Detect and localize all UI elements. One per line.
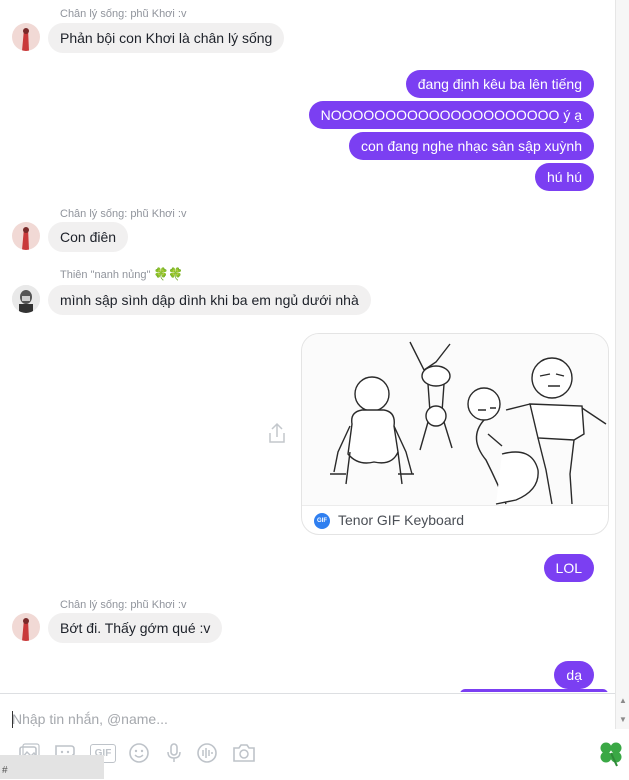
- sender-name: Chân lý sống: phũ Khơi :v: [60, 599, 187, 611]
- four-leaf-clover-icon[interactable]: [597, 739, 625, 767]
- sender-name: Chân lý sống: phũ Khơi :v: [60, 208, 187, 220]
- message-bubble-outgoing[interactable]: LOL: [543, 554, 594, 582]
- text-caret: [12, 711, 13, 728]
- message-bubble[interactable]: mình sập sình dập dình khi ba em ngủ dướ…: [48, 285, 371, 315]
- message-bubble[interactable]: Phản bội con Khơi là chân lý sống: [48, 23, 285, 53]
- emoji-icon[interactable]: [128, 742, 152, 764]
- avatar[interactable]: [12, 613, 40, 641]
- clover-emoji: 🍀🍀: [153, 267, 184, 281]
- message-bubble[interactable]: Con điên: [48, 222, 129, 252]
- conversation-area[interactable]: Chân lý sống: phũ Khơi :v Phản bội con K…: [0, 0, 615, 692]
- taskbar-strip: [0, 755, 104, 779]
- microphone-icon[interactable]: [164, 742, 188, 764]
- gif-attachment[interactable]: GIF Tenor GIF Keyboard: [301, 333, 609, 535]
- scroll-up-arrow-icon[interactable]: ▲: [619, 697, 627, 705]
- message-bubble-outgoing[interactable]: dạ: [554, 661, 594, 689]
- avatar[interactable]: [12, 222, 40, 250]
- gif-source-bar: GIF Tenor GIF Keyboard: [302, 505, 608, 534]
- audio-clip-icon[interactable]: [196, 742, 220, 764]
- message-bubble-outgoing[interactable]: hú hú: [534, 163, 594, 191]
- scroll-down-arrow-icon[interactable]: ▼: [619, 716, 627, 724]
- gif-image: [302, 334, 608, 505]
- share-icon[interactable]: [266, 421, 288, 445]
- message-bubble-outgoing[interactable]: con đang nghe nhạc sàn sập xuỳnh: [348, 132, 594, 160]
- message-bubble-partial: [460, 689, 608, 692]
- tenor-gif-icon: GIF: [314, 513, 330, 529]
- taskbar-label: #: [2, 765, 8, 776]
- avatar[interactable]: [12, 23, 40, 51]
- sender-name-text: Thiên "nanh nủng": [60, 269, 151, 281]
- message-bubble[interactable]: Bớt đi. Thấy gớm qué :v: [48, 613, 223, 643]
- message-input[interactable]: [0, 694, 600, 744]
- scrollbar[interactable]: ▲ ▼: [615, 0, 629, 729]
- sender-name: Chân lý sống: phũ Khơi :v: [60, 8, 187, 20]
- message-bubble-outgoing[interactable]: đang định kêu ba lên tiếng: [405, 70, 594, 98]
- message-bubble-outgoing[interactable]: NOOOOOOOOOOOOOOOOOOOOO ý ạ: [308, 101, 594, 129]
- avatar[interactable]: [12, 285, 40, 313]
- sender-name: Thiên "nanh nủng" 🍀🍀: [60, 267, 183, 281]
- camera-icon[interactable]: [231, 742, 257, 764]
- gif-source-label[interactable]: Tenor GIF Keyboard: [338, 512, 464, 528]
